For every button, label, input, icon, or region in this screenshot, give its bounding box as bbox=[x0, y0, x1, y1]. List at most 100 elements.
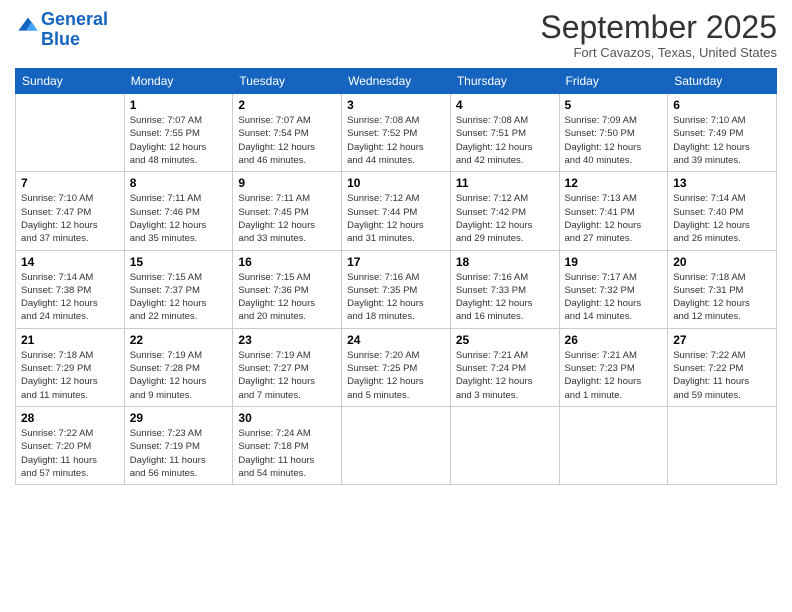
table-row: 6 Sunrise: 7:10 AMSunset: 7:49 PMDaylight… bbox=[668, 94, 777, 172]
day-number: 15 bbox=[130, 255, 228, 269]
table-row: 28Sunrise: 7:22 AMSunset: 7:20 PMDayligh… bbox=[16, 406, 125, 484]
day-info: Sunrise: 7:09 AMSunset: 7:50 PMDaylight:… bbox=[565, 114, 663, 167]
day-number: 8 bbox=[130, 176, 228, 190]
day-number: 7 bbox=[21, 176, 119, 190]
col-sunday: Sunday bbox=[16, 69, 125, 94]
logo-icon bbox=[17, 16, 39, 38]
day-number: 30 bbox=[238, 411, 336, 425]
day-number: 6 bbox=[673, 98, 771, 112]
table-row: 4 Sunrise: 7:08 AMSunset: 7:51 PMDaylight… bbox=[450, 94, 559, 172]
logo: General Blue bbox=[15, 10, 108, 50]
header: General Blue September 2025 Fort Cavazos… bbox=[15, 10, 777, 60]
table-row: 1 Sunrise: 7:07 AMSunset: 7:55 PMDaylight… bbox=[124, 94, 233, 172]
day-info: Sunrise: 7:19 AMSunset: 7:28 PMDaylight:… bbox=[130, 349, 228, 402]
table-row: 24Sunrise: 7:20 AMSunset: 7:25 PMDayligh… bbox=[342, 328, 451, 406]
table-row: 20 Sunrise: 7:18 AMSunset: 7:31 PMDayligh… bbox=[668, 250, 777, 328]
table-row: 3 Sunrise: 7:08 AMSunset: 7:52 PMDaylight… bbox=[342, 94, 451, 172]
table-row: 5Sunrise: 7:09 AMSunset: 7:50 PMDaylight… bbox=[559, 94, 668, 172]
day-info: Sunrise: 7:15 AMSunset: 7:37 PMDaylight:… bbox=[130, 271, 228, 324]
day-number: 20 bbox=[673, 255, 771, 269]
day-info: Sunrise: 7:15 AMSunset: 7:36 PMDaylight:… bbox=[238, 271, 336, 324]
day-number: 9 bbox=[238, 176, 336, 190]
day-number: 29 bbox=[130, 411, 228, 425]
col-wednesday: Wednesday bbox=[342, 69, 451, 94]
calendar-week-row: 7 Sunrise: 7:10 AMSunset: 7:47 PMDaylight… bbox=[16, 172, 777, 250]
day-info: Sunrise: 7:16 AMSunset: 7:35 PMDaylight:… bbox=[347, 271, 445, 324]
day-number: 23 bbox=[238, 333, 336, 347]
col-monday: Monday bbox=[124, 69, 233, 94]
calendar-week-row: 14 Sunrise: 7:14 AMSunset: 7:38 PMDayligh… bbox=[16, 250, 777, 328]
month-title: September 2025 bbox=[540, 10, 777, 45]
day-info: Sunrise: 7:22 AMSunset: 7:22 PMDaylight:… bbox=[673, 349, 771, 402]
day-info: Sunrise: 7:18 AMSunset: 7:29 PMDaylight:… bbox=[21, 349, 119, 402]
table-row bbox=[342, 406, 451, 484]
day-info: Sunrise: 7:08 AMSunset: 7:51 PMDaylight:… bbox=[456, 114, 554, 167]
page: General Blue September 2025 Fort Cavazos… bbox=[0, 0, 792, 612]
table-row: 7 Sunrise: 7:10 AMSunset: 7:47 PMDaylight… bbox=[16, 172, 125, 250]
table-row: 12 Sunrise: 7:13 AMSunset: 7:41 PMDayligh… bbox=[559, 172, 668, 250]
day-number: 10 bbox=[347, 176, 445, 190]
day-info: Sunrise: 7:12 AMSunset: 7:44 PMDaylight:… bbox=[347, 192, 445, 245]
day-number: 1 bbox=[130, 98, 228, 112]
day-info: Sunrise: 7:22 AMSunset: 7:20 PMDaylight:… bbox=[21, 427, 119, 480]
logo-text-general: General bbox=[41, 10, 108, 30]
day-info: Sunrise: 7:11 AMSunset: 7:46 PMDaylight:… bbox=[130, 192, 228, 245]
day-number: 22 bbox=[130, 333, 228, 347]
table-row bbox=[668, 406, 777, 484]
day-number: 26 bbox=[565, 333, 663, 347]
day-number: 2 bbox=[238, 98, 336, 112]
table-row: 8 Sunrise: 7:11 AMSunset: 7:46 PMDaylight… bbox=[124, 172, 233, 250]
day-info: Sunrise: 7:10 AMSunset: 7:47 PMDaylight:… bbox=[21, 192, 119, 245]
table-row: 18Sunrise: 7:16 AMSunset: 7:33 PMDayligh… bbox=[450, 250, 559, 328]
day-info: Sunrise: 7:10 AMSunset: 7:49 PMDaylight:… bbox=[673, 114, 771, 167]
table-row: 22 Sunrise: 7:19 AMSunset: 7:28 PMDayligh… bbox=[124, 328, 233, 406]
calendar-week-row: 28Sunrise: 7:22 AMSunset: 7:20 PMDayligh… bbox=[16, 406, 777, 484]
day-number: 11 bbox=[456, 176, 554, 190]
day-info: Sunrise: 7:13 AMSunset: 7:41 PMDaylight:… bbox=[565, 192, 663, 245]
day-info: Sunrise: 7:16 AMSunset: 7:33 PMDaylight:… bbox=[456, 271, 554, 324]
day-info: Sunrise: 7:21 AMSunset: 7:23 PMDaylight:… bbox=[565, 349, 663, 402]
day-number: 12 bbox=[565, 176, 663, 190]
day-info: Sunrise: 7:18 AMSunset: 7:31 PMDaylight:… bbox=[673, 271, 771, 324]
table-row: 25 Sunrise: 7:21 AMSunset: 7:24 PMDayligh… bbox=[450, 328, 559, 406]
day-number: 4 bbox=[456, 98, 554, 112]
day-number: 27 bbox=[673, 333, 771, 347]
logo-text-blue: Blue bbox=[41, 30, 108, 50]
day-info: Sunrise: 7:14 AMSunset: 7:38 PMDaylight:… bbox=[21, 271, 119, 324]
day-info: Sunrise: 7:11 AMSunset: 7:45 PMDaylight:… bbox=[238, 192, 336, 245]
table-row: 14 Sunrise: 7:14 AMSunset: 7:38 PMDayligh… bbox=[16, 250, 125, 328]
calendar-table: Sunday Monday Tuesday Wednesday Thursday… bbox=[15, 68, 777, 485]
table-row: 16 Sunrise: 7:15 AMSunset: 7:36 PMDayligh… bbox=[233, 250, 342, 328]
day-info: Sunrise: 7:14 AMSunset: 7:40 PMDaylight:… bbox=[673, 192, 771, 245]
col-tuesday: Tuesday bbox=[233, 69, 342, 94]
table-row: 21 Sunrise: 7:18 AMSunset: 7:29 PMDayligh… bbox=[16, 328, 125, 406]
day-info: Sunrise: 7:19 AMSunset: 7:27 PMDaylight:… bbox=[238, 349, 336, 402]
table-row bbox=[559, 406, 668, 484]
calendar-week-row: 1 Sunrise: 7:07 AMSunset: 7:55 PMDaylight… bbox=[16, 94, 777, 172]
title-block: September 2025 Fort Cavazos, Texas, Unit… bbox=[540, 10, 777, 60]
day-info: Sunrise: 7:08 AMSunset: 7:52 PMDaylight:… bbox=[347, 114, 445, 167]
day-number: 19 bbox=[565, 255, 663, 269]
day-info: Sunrise: 7:23 AMSunset: 7:19 PMDaylight:… bbox=[130, 427, 228, 480]
day-number: 14 bbox=[21, 255, 119, 269]
table-row bbox=[16, 94, 125, 172]
day-number: 25 bbox=[456, 333, 554, 347]
day-number: 3 bbox=[347, 98, 445, 112]
day-info: Sunrise: 7:24 AMSunset: 7:18 PMDaylight:… bbox=[238, 427, 336, 480]
day-info: Sunrise: 7:07 AMSunset: 7:54 PMDaylight:… bbox=[238, 114, 336, 167]
col-saturday: Saturday bbox=[668, 69, 777, 94]
table-row: 13Sunrise: 7:14 AMSunset: 7:40 PMDayligh… bbox=[668, 172, 777, 250]
day-info: Sunrise: 7:21 AMSunset: 7:24 PMDaylight:… bbox=[456, 349, 554, 402]
day-number: 21 bbox=[21, 333, 119, 347]
table-row: 27 Sunrise: 7:22 AMSunset: 7:22 PMDayligh… bbox=[668, 328, 777, 406]
table-row: 29 Sunrise: 7:23 AMSunset: 7:19 PMDayligh… bbox=[124, 406, 233, 484]
table-row: 2 Sunrise: 7:07 AMSunset: 7:54 PMDaylight… bbox=[233, 94, 342, 172]
table-row: 15 Sunrise: 7:15 AMSunset: 7:37 PMDayligh… bbox=[124, 250, 233, 328]
table-row: 30 Sunrise: 7:24 AMSunset: 7:18 PMDayligh… bbox=[233, 406, 342, 484]
col-friday: Friday bbox=[559, 69, 668, 94]
calendar-week-row: 21 Sunrise: 7:18 AMSunset: 7:29 PMDayligh… bbox=[16, 328, 777, 406]
day-info: Sunrise: 7:20 AMSunset: 7:25 PMDaylight:… bbox=[347, 349, 445, 402]
table-row: 10 Sunrise: 7:12 AMSunset: 7:44 PMDayligh… bbox=[342, 172, 451, 250]
day-number: 16 bbox=[238, 255, 336, 269]
day-info: Sunrise: 7:07 AMSunset: 7:55 PMDaylight:… bbox=[130, 114, 228, 167]
